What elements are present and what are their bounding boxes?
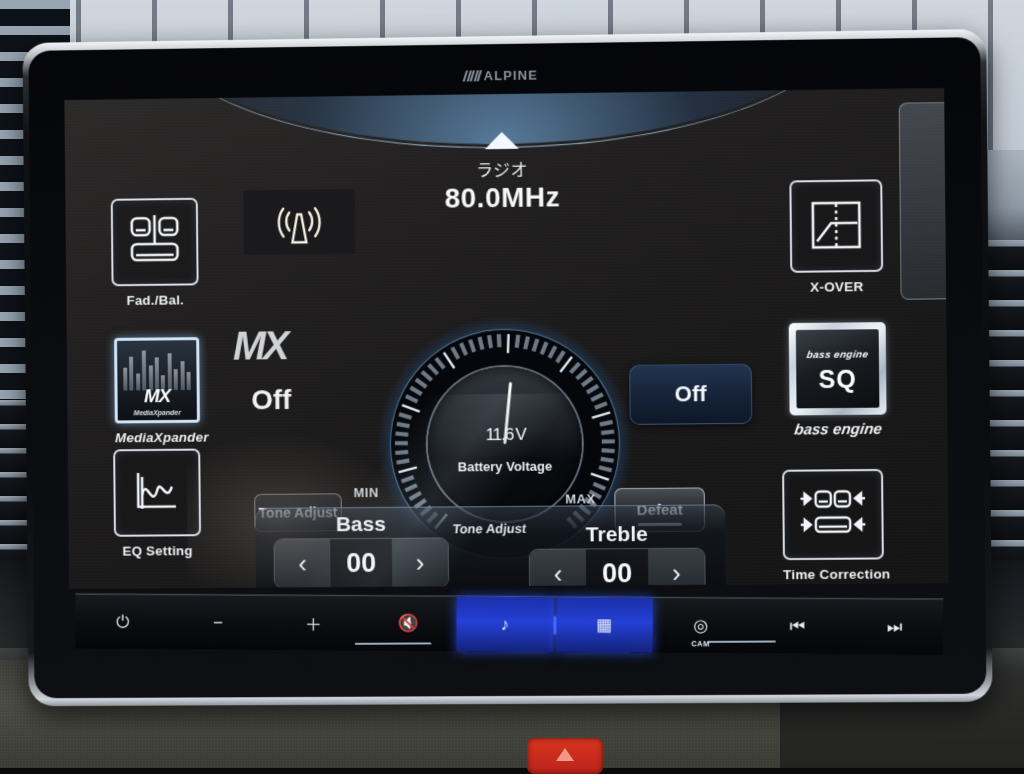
antenna-broadcast-icon [243, 189, 355, 255]
treble-stepper[interactable]: ‹ 00 › [529, 548, 706, 589]
bass-stepper[interactable]: ‹ 00 › [273, 537, 449, 588]
mx-status-logo: MX [233, 324, 287, 369]
lcd-screen[interactable]: ラジオ 80.0MHz Fad./Bal. [64, 88, 949, 589]
fader-balance-label: Fad./Bal. [112, 292, 199, 308]
bass-increase-button[interactable]: › [392, 538, 448, 586]
tone-adjust-panel: Tone Adjust Bass ‹ 00 › Treble ‹ 00 › [255, 504, 726, 588]
bass-engine-sq-icon: bass engine SQ [789, 322, 887, 415]
plus-icon[interactable]: ＋ [265, 596, 361, 651]
x-over-label: X-OVER [790, 279, 883, 295]
mx-thumb-sublogo: MediaXpander [118, 410, 197, 418]
gauge-value-number: 11.6 [485, 425, 513, 444]
eq-setting-label: EQ Setting [114, 543, 201, 559]
gauge-caption: Battery Voltage [428, 458, 582, 474]
crossover-graph-icon [789, 179, 883, 273]
mode-off-button[interactable]: Off [629, 364, 752, 425]
fader-balance-button[interactable]: Fad./Bal. [111, 198, 199, 308]
treble-label: Treble [528, 523, 705, 548]
eq-curve-icon [113, 449, 201, 537]
mediaxpander-label: MediaXpander [115, 430, 209, 446]
alpine-slash-logo-icon [463, 70, 483, 81]
bass-engine-button[interactable]: bass engine SQ bass engine [789, 322, 887, 438]
alpine-head-unit: ALPINE ラジオ 80.0MHz Fad./Bal. [22, 29, 992, 706]
bass-engine-inner-panel: bass engine SQ [796, 329, 880, 408]
bass-engine-inner-value: SQ [796, 365, 879, 395]
gauge-value-unit: V [515, 425, 526, 444]
mx-spectrum-bars [123, 348, 191, 390]
treble-decrease-button[interactable]: ‹ [530, 549, 587, 588]
music-note-icon[interactable]: ♪ [457, 597, 553, 653]
bass-engine-label: bass engine [789, 421, 888, 439]
gauge-min-label: MIN [353, 485, 378, 500]
fader-balance-seats-icon [111, 198, 199, 287]
time-correction-label: Time Correction [783, 566, 890, 582]
minus-icon[interactable]: − [170, 595, 265, 650]
hardware-button-bar: ⏻−＋🔇♪▦◎CAM⏮⏭ [75, 593, 943, 655]
power-icon[interactable]: ⏻ [75, 594, 170, 649]
alpine-brand-logo: ALPINE [464, 68, 538, 84]
time-correction-seats-icon [782, 469, 884, 560]
mediaxpander-button[interactable]: MX MediaXpander MediaXpander [114, 337, 209, 445]
caret-up-icon[interactable] [485, 132, 519, 149]
mx-status-value: Off [251, 384, 291, 416]
next-track-icon[interactable]: ⏭ [846, 599, 943, 655]
bass-value: 00 [330, 539, 392, 587]
apps-grid-icon[interactable]: ▦ [556, 597, 653, 653]
bass-label: Bass [273, 512, 448, 537]
eq-setting-button[interactable]: EQ Setting [113, 449, 201, 559]
bass-decrease-button[interactable]: ‹ [274, 539, 330, 587]
x-over-button[interactable]: X-OVER [789, 179, 883, 295]
time-correction-button[interactable]: Time Correction [782, 469, 890, 582]
mx-thumb-logo: MX [117, 386, 196, 409]
alpine-brand-text: ALPINE [484, 68, 538, 84]
gauge-max-label: MAX [565, 491, 596, 506]
bass-control-group: Bass ‹ 00 › [273, 537, 449, 588]
mediaxpander-thumbnail-icon: MX MediaXpander [114, 337, 200, 423]
treble-increase-button[interactable]: › [648, 549, 705, 589]
bass-engine-inner-word: bass engine [795, 349, 880, 361]
treble-control-group: Treble ‹ 00 › [529, 548, 706, 589]
antenna-button[interactable] [243, 189, 355, 255]
hazard-light-button[interactable] [527, 738, 603, 774]
treble-value: 00 [586, 549, 649, 589]
